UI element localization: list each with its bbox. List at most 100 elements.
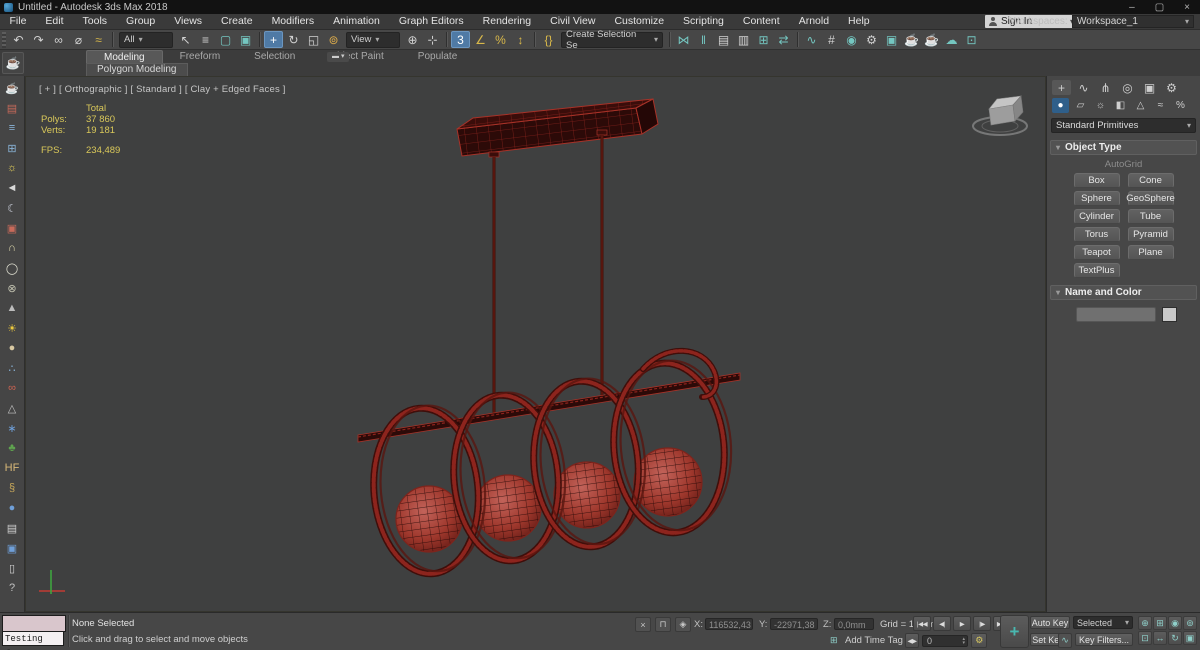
select-and-scale-icon[interactable]: ◱ xyxy=(304,31,323,48)
autogrid-toggle[interactable]: AutoGrid xyxy=(1047,159,1200,170)
render-iterative-icon[interactable]: ☕ xyxy=(922,31,941,48)
tab-object-paint[interactable]: Object Paint xyxy=(312,50,400,63)
named-selection-sets-icon[interactable]: {} xyxy=(539,31,558,48)
frame-spinner[interactable]: ▴▾ xyxy=(962,637,965,645)
cp-cat-helpers[interactable]: △ xyxy=(1132,98,1149,113)
next-frame-button[interactable]: |▶ xyxy=(973,616,991,631)
graph-editors-icon[interactable]: ⇄ xyxy=(774,31,793,48)
hairfarm-icon[interactable]: HF xyxy=(2,458,23,478)
absolute-mode-icon[interactable]: ◈ xyxy=(675,617,691,632)
set-keys-button[interactable]: + xyxy=(1000,615,1029,648)
chandelier-model[interactable] xyxy=(26,77,1046,612)
select-object-icon[interactable]: ↖ xyxy=(176,31,195,48)
zoom-extents-icon[interactable]: ◉ xyxy=(1168,616,1182,630)
time-configuration-button[interactable]: ⚙ xyxy=(971,633,987,648)
menu-edit[interactable]: Edit xyxy=(36,14,73,29)
scene-list-icon[interactable]: ≡ xyxy=(2,118,23,138)
z-coordinate-field[interactable]: 0,0mm xyxy=(834,618,874,630)
button-box[interactable]: Box xyxy=(1074,173,1120,188)
layer-explorer-icon[interactable]: ▤ xyxy=(714,31,733,48)
menu-modifiers[interactable]: Modifiers xyxy=(262,14,324,29)
menu-views[interactable]: Views xyxy=(165,14,212,29)
cp-cat-space-warps[interactable]: ≈ xyxy=(1152,98,1169,113)
light-bulb-icon[interactable]: ☼ xyxy=(2,158,23,178)
undo-icon[interactable]: ↶ xyxy=(9,31,28,48)
rendered-frame-window-icon[interactable]: ▣ xyxy=(882,31,901,48)
grid-array-icon[interactable]: ⊞ xyxy=(2,138,23,158)
compound-atoms-icon[interactable]: ∞ xyxy=(2,378,23,398)
scene-explorer-icon[interactable]: ▥ xyxy=(734,31,753,48)
cp-tab-create[interactable]: + xyxy=(1052,80,1071,95)
name-and-color-rollout-header[interactable]: ▾ Name and Color xyxy=(1050,285,1197,300)
material-editor-icon[interactable]: ◉ xyxy=(842,31,861,48)
particles-icon[interactable]: ∴ xyxy=(2,358,23,378)
menu-tools[interactable]: Tools xyxy=(73,14,117,29)
sphere-box-icon[interactable]: ▣ xyxy=(2,538,23,558)
sphere-white-icon[interactable]: ◯ xyxy=(2,258,23,278)
select-by-name-icon[interactable]: ≡ xyxy=(196,31,215,48)
mirror-icon[interactable]: ⋈ xyxy=(674,31,693,48)
key-filters-button[interactable]: Key Filters... xyxy=(1075,633,1133,646)
tab-populate[interactable]: Populate xyxy=(401,50,474,63)
zoom-all-icon[interactable]: ⊞ xyxy=(1153,616,1167,630)
button-sphere[interactable]: Sphere xyxy=(1074,191,1120,206)
object-name-field[interactable] xyxy=(1076,307,1156,322)
menu-animation[interactable]: Animation xyxy=(324,14,390,29)
button-plane[interactable]: Plane xyxy=(1128,245,1174,260)
cp-tab-utilities[interactable]: ⚙ xyxy=(1162,80,1181,95)
help-icon[interactable]: ? xyxy=(2,578,23,598)
zoom-extents-all-icon[interactable]: ⊚ xyxy=(1183,616,1197,630)
cone-icon[interactable]: ▲ xyxy=(2,298,23,318)
close-button[interactable]: × xyxy=(1184,2,1190,13)
render-in-cloud-icon[interactable]: ☁ xyxy=(942,31,961,48)
spotlight-icon[interactable]: ◄ xyxy=(2,178,23,198)
cp-cat-cameras[interactable]: ◧ xyxy=(1112,98,1129,113)
default-tangent-icon[interactable]: ∿ xyxy=(1058,633,1072,648)
spinner-snap-icon[interactable]: ↕ xyxy=(511,31,530,48)
button-cone[interactable]: Cone xyxy=(1128,173,1174,188)
pan-icon[interactable]: ↔ xyxy=(1153,631,1167,645)
window-crossing-icon[interactable]: ▣ xyxy=(236,31,255,48)
button-cylinder[interactable]: Cylinder xyxy=(1074,209,1120,224)
window-layout-icon[interactable]: ▤ xyxy=(2,98,23,118)
polygon-modeling-panel[interactable]: Polygon Modeling xyxy=(86,63,188,76)
camera-icon[interactable]: ▣ xyxy=(2,218,23,238)
angle-snap-icon[interactable]: ∠ xyxy=(471,31,490,48)
reference-coordinate-dropdown[interactable]: View▾ xyxy=(346,32,400,48)
blob-icon[interactable]: ∗ xyxy=(2,418,23,438)
add-time-tag[interactable]: Add Time Tag xyxy=(845,635,903,646)
menu-civil-view[interactable]: Civil View xyxy=(541,14,605,29)
render-setup-icon[interactable]: ⚙ xyxy=(862,31,881,48)
teapot-viewport-icon[interactable]: ☕ xyxy=(2,78,23,98)
manage-layers-icon[interactable]: ⊞ xyxy=(754,31,773,48)
pyramid-fence-icon[interactable]: △ xyxy=(2,398,23,418)
maxscript-listener-output[interactable] xyxy=(2,615,66,632)
menu-help[interactable]: Help xyxy=(839,14,880,29)
select-and-link-icon[interactable]: ∞ xyxy=(49,31,68,48)
dome-icon[interactable]: ∩ xyxy=(2,238,23,258)
ribbon-launcher-button[interactable]: ☕ xyxy=(2,52,24,74)
moon-icon[interactable]: ☾ xyxy=(2,198,23,218)
selection-lock-icon[interactable]: ⊓ xyxy=(655,617,671,632)
ribbon-display-toggle[interactable]: ▬ ▾ xyxy=(327,52,349,62)
y-coordinate-field[interactable]: -22971,38 xyxy=(770,618,818,630)
cp-tab-modify[interactable]: ∿ xyxy=(1074,80,1093,95)
cp-tab-motion[interactable]: ◎ xyxy=(1118,80,1137,95)
unlink-selection-icon[interactable]: ⌀ xyxy=(69,31,88,48)
sphere-blue-icon[interactable]: ● xyxy=(2,498,23,518)
select-and-place-icon[interactable]: ⊚ xyxy=(324,31,343,48)
menu-scripting[interactable]: Scripting xyxy=(674,14,734,29)
select-and-move-icon[interactable]: + xyxy=(264,31,283,48)
rectangular-selection-region-icon[interactable]: ▢ xyxy=(216,31,235,48)
menu-arnold[interactable]: Arnold xyxy=(789,14,838,29)
button-tube[interactable]: Tube xyxy=(1128,209,1174,224)
percent-snap-icon[interactable]: % xyxy=(491,31,510,48)
menu-rendering[interactable]: Rendering xyxy=(473,14,540,29)
zoom-icon[interactable]: ⊕ xyxy=(1138,616,1152,630)
foliage-icon[interactable]: ♣ xyxy=(2,438,23,458)
button-geosphere[interactable]: GeoSphere xyxy=(1128,191,1174,206)
cp-cat-lights[interactable]: ☼ xyxy=(1092,98,1109,113)
redo-icon[interactable]: ↷ xyxy=(29,31,48,48)
sun-icon[interactable]: ☀ xyxy=(2,318,23,338)
tab-freeform[interactable]: Freeform xyxy=(163,50,238,63)
